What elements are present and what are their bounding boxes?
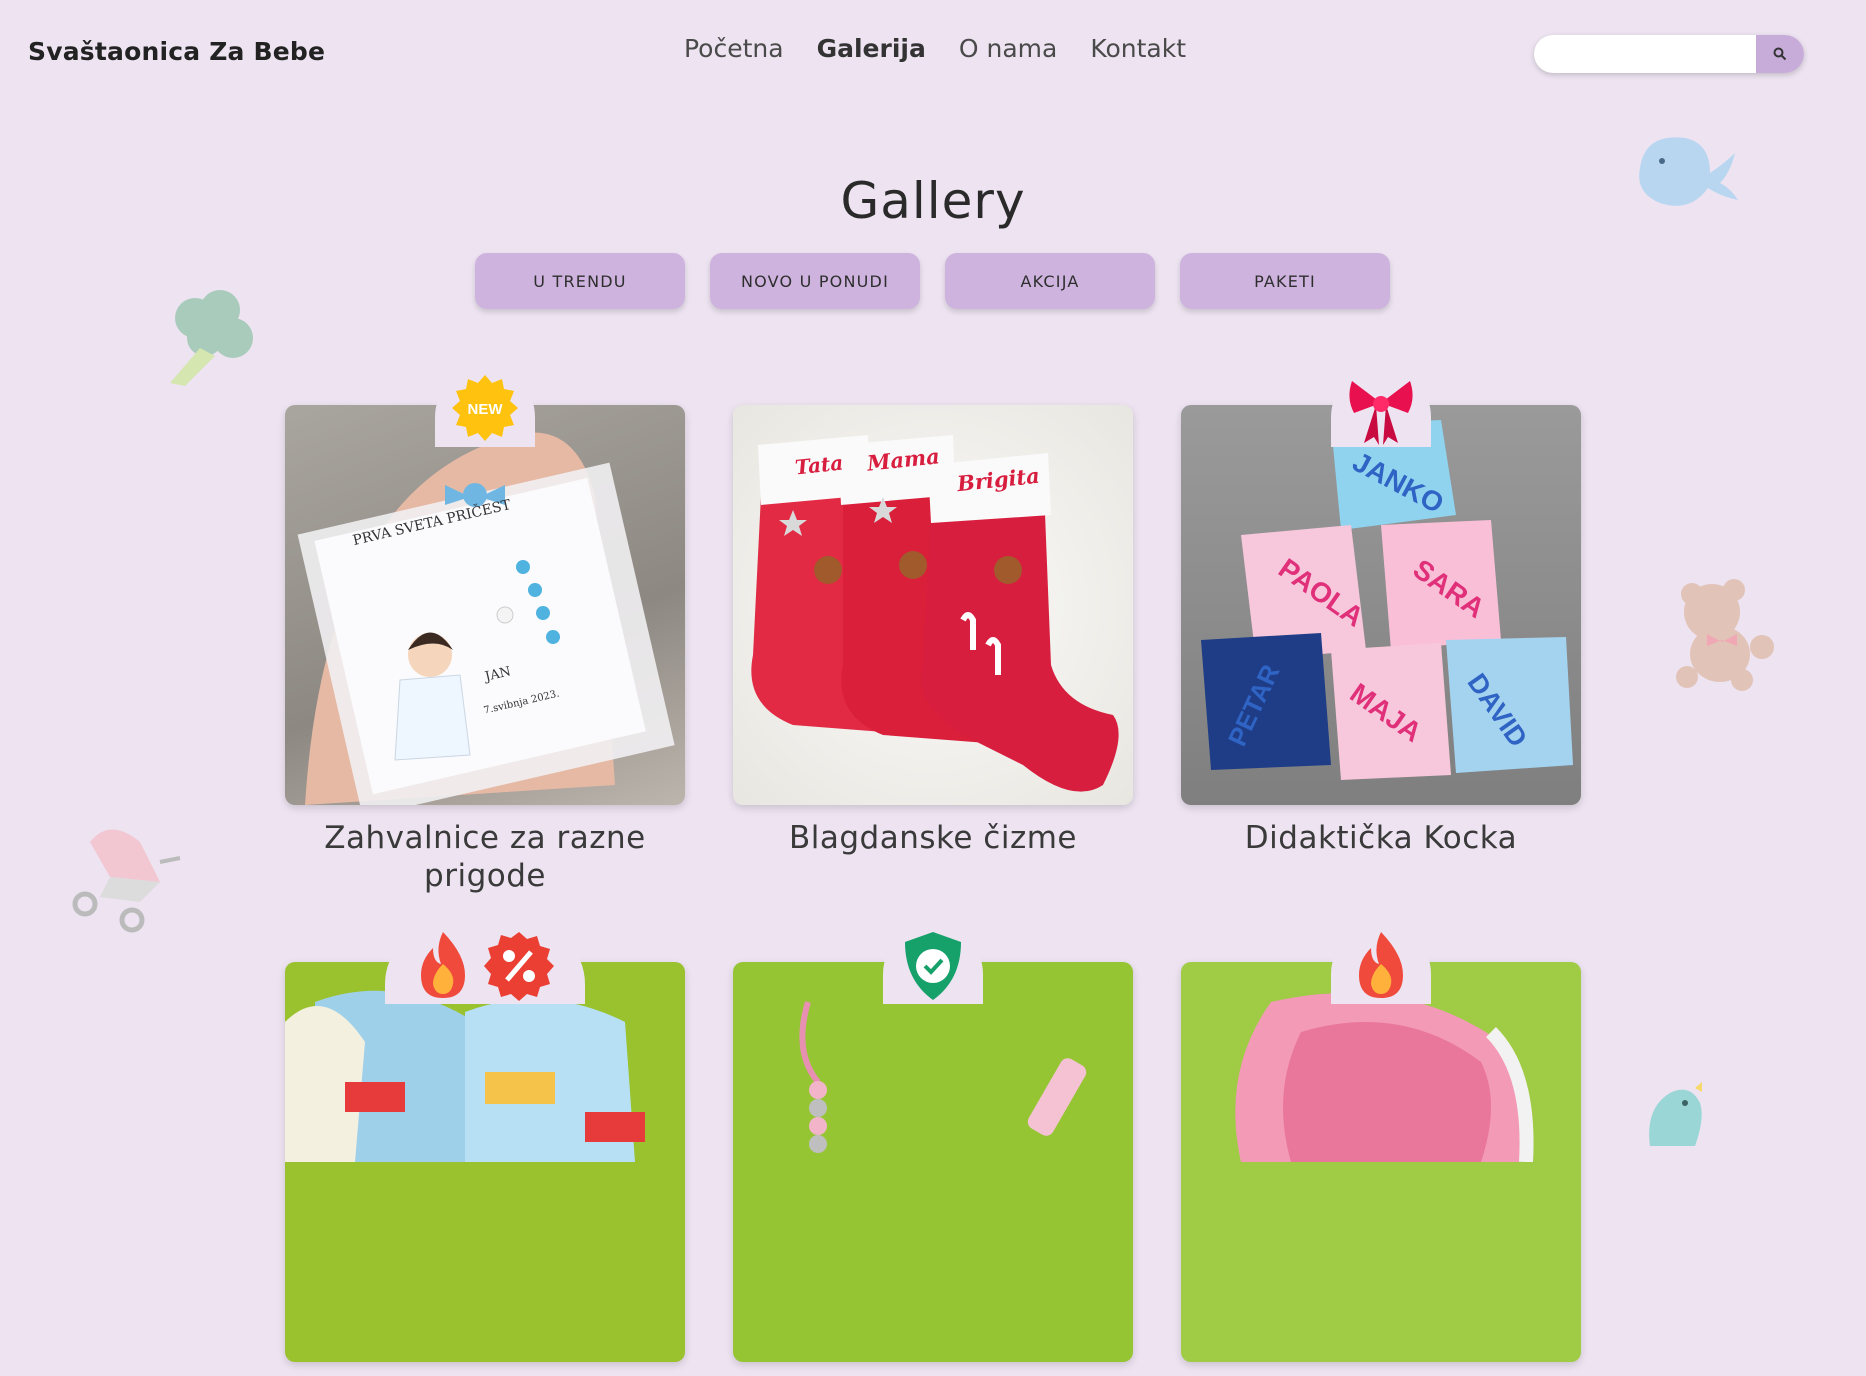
- card-image[interactable]: [285, 962, 685, 1362]
- nav-o-nama[interactable]: O nama: [959, 34, 1057, 63]
- favor-photo: [297, 432, 675, 805]
- card-badge: [883, 924, 983, 1004]
- gift-bow-icon: [1349, 381, 1413, 445]
- search-button[interactable]: [1756, 35, 1804, 73]
- filter-akcija[interactable]: AKCIJA: [945, 253, 1155, 309]
- card-caption: Didaktička Kocka: [1244, 820, 1518, 856]
- dinosaur-icon: [1649, 1082, 1702, 1146]
- site-brand[interactable]: Svaštaonica Za Bebe: [28, 37, 325, 66]
- filter-buttons: U TRENDU NOVO U PONUDI AKCIJA PAKETI: [475, 253, 1390, 309]
- gallery-card[interactable]: JANKO PAOLA SARA PETAR MAJA DAVID Didakt…: [1181, 367, 1581, 857]
- nav-galerija[interactable]: Galerija: [817, 34, 926, 63]
- fire-icon: [421, 932, 465, 998]
- card-badge: [385, 924, 585, 1004]
- gallery-card[interactable]: PRVA SVETA PRIČEST JAN 7.svibnja 2023. N…: [285, 367, 685, 895]
- filter-paketi[interactable]: PAKETI: [1180, 253, 1390, 309]
- card-badge: [1331, 367, 1431, 447]
- verified-shield-icon: [905, 932, 961, 1000]
- gallery-card[interactable]: Tata Mama Brigita Blagdanske čizme: [733, 405, 1133, 857]
- card-image[interactable]: [1181, 962, 1581, 1362]
- search-input[interactable]: [1534, 35, 1782, 73]
- card-image[interactable]: [733, 962, 1133, 1362]
- teddy-bear-icon: [1676, 579, 1774, 691]
- card-image[interactable]: Tata Mama Brigita: [733, 405, 1133, 805]
- search-bar: [1534, 35, 1804, 73]
- search-icon: [1773, 47, 1787, 61]
- card-image[interactable]: JANKO PAOLA SARA PETAR MAJA DAVID: [1181, 405, 1581, 805]
- card-badge: [1331, 924, 1431, 1004]
- filter-u-trendu[interactable]: U TRENDU: [475, 253, 685, 309]
- stroller-icon: [72, 829, 181, 933]
- new-badge-label: NEW: [468, 401, 504, 418]
- page-title: Gallery: [840, 171, 1026, 230]
- broccoli-icon: [170, 290, 253, 386]
- nav-kontakt[interactable]: Kontakt: [1090, 34, 1186, 63]
- filter-novo-u-ponudi[interactable]: NOVO U PONUDI: [710, 253, 920, 309]
- whale-icon: [1639, 137, 1738, 206]
- new-badge-icon: NEW: [452, 375, 518, 441]
- card-caption: Zahvalnice za razne prigode: [324, 820, 646, 894]
- card-caption: Blagdanske čizme: [789, 820, 1077, 856]
- gallery-card[interactable]: [733, 924, 1133, 1376]
- gallery-card[interactable]: [285, 924, 685, 1376]
- gallery-card[interactable]: [1181, 924, 1581, 1376]
- fire-icon: [1359, 932, 1403, 998]
- card-image[interactable]: PRVA SVETA PRIČEST JAN 7.svibnja 2023.: [285, 405, 685, 805]
- stocking-name-1: Tata: [793, 450, 845, 480]
- nav-pocetna[interactable]: Početna: [684, 34, 784, 63]
- main-nav: Početna Galerija O nama Kontakt: [684, 34, 1186, 63]
- discount-percent-icon: [484, 932, 554, 1001]
- card-badge: NEW: [435, 367, 535, 447]
